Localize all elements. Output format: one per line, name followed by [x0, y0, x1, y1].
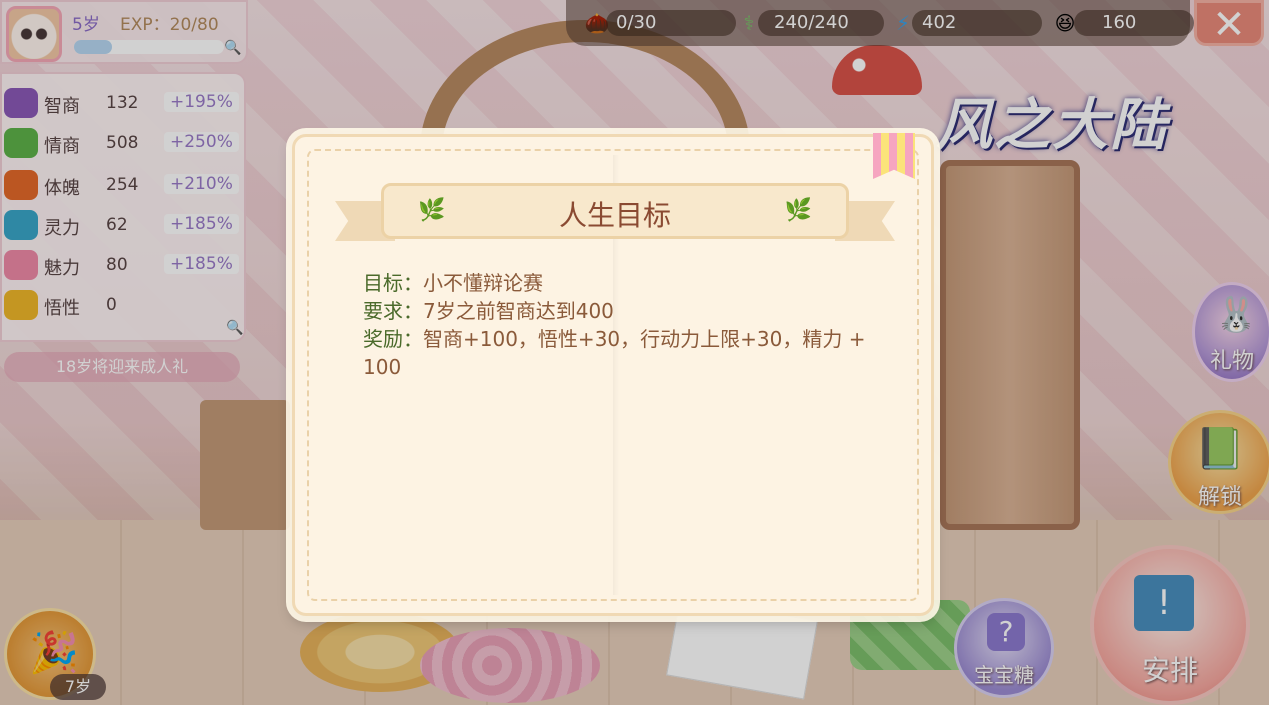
reward-label: 奖励：: [363, 327, 423, 351]
goal-row: 目标：小不懂辩论赛: [363, 269, 893, 297]
requirement-value: 7岁之前智商达到400: [423, 299, 614, 323]
reward-value: 智商+100，悟性+30，行动力上限+30，精力 + 100: [363, 327, 866, 379]
leaf-icon: 🌿: [784, 198, 812, 223]
ribbon-body: 🌿 人生目标 🌿: [381, 183, 849, 239]
requirement-row: 要求：7岁之前智商达到400: [363, 297, 893, 325]
reward-row: 奖励：智商+100，悟性+30，行动力上限+30，精力 + 100: [363, 325, 893, 381]
title-ribbon: 🌿 人生目标 🌿: [335, 181, 895, 247]
goal-label: 目标：: [363, 271, 423, 295]
goal-value: 小不懂辩论赛: [423, 271, 543, 295]
requirement-label: 要求：: [363, 299, 423, 323]
goal-details: 目标：小不懂辩论赛 要求：7岁之前智商达到400 奖励：智商+100，悟性+30…: [363, 269, 893, 381]
life-goal-modal: 🌿 人生目标 🌿 目标：小不懂辩论赛 要求：7岁之前智商达到400 奖励：智商+…: [292, 133, 934, 616]
modal-title: 人生目标: [558, 199, 671, 232]
